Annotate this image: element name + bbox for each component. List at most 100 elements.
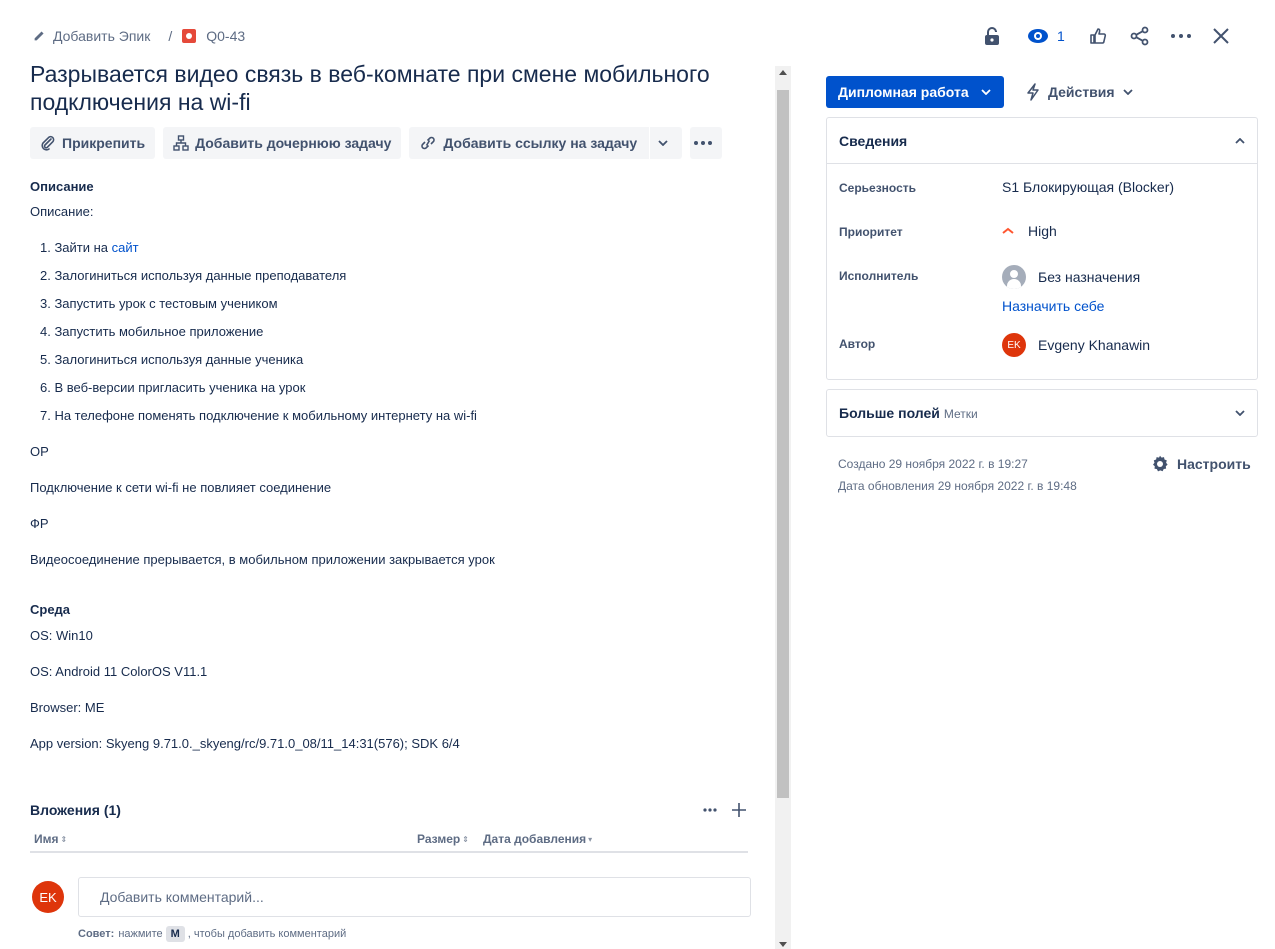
reporter-value[interactable]: EK Evgeny Khanawin xyxy=(1002,333,1150,357)
priority-label: Приоритет xyxy=(839,225,903,239)
add-attachment-icon[interactable] xyxy=(729,800,749,820)
column-header-date[interactable]: Дата добавления ▾ xyxy=(483,832,592,846)
chevron-up-icon xyxy=(1235,137,1245,144)
environment-line: Browser: ME xyxy=(30,700,105,715)
details-header[interactable]: Сведения xyxy=(827,118,1257,164)
environment-line: OS: Win10 xyxy=(30,628,93,643)
chevron-down-icon xyxy=(658,140,668,146)
attachments-heading: Вложения (1) xyxy=(30,802,121,818)
table-divider xyxy=(30,851,748,853)
tip-text: нажмите xyxy=(118,928,163,940)
step-text: 1. Зайти на xyxy=(40,240,112,255)
thumbs-up-icon[interactable] xyxy=(1087,24,1109,48)
bug-icon xyxy=(182,29,197,43)
severity-value[interactable]: S1 Блокирующая (Blocker) xyxy=(1002,179,1174,195)
watch-button[interactable]: 1 xyxy=(1027,24,1065,48)
sort-icon: ⇕ xyxy=(60,834,68,844)
chevron-down-icon xyxy=(1235,410,1245,416)
add-link-dropdown[interactable] xyxy=(650,127,683,159)
status-label: Дипломная работа xyxy=(838,84,969,100)
pencil-icon xyxy=(33,29,47,43)
lock-icon[interactable] xyxy=(981,24,1003,48)
add-link-label: Добавить ссылку на задачу xyxy=(443,135,638,151)
link-icon xyxy=(421,136,436,150)
tip-text-end: , чтобы добавить комментарий xyxy=(187,928,347,940)
scroll-down-arrow[interactable] xyxy=(779,942,787,947)
add-link-button[interactable]: Добавить ссылку на задачу xyxy=(409,127,650,159)
issue-toolbar: 1 xyxy=(981,24,1233,48)
environment-heading: Среда xyxy=(30,602,71,617)
environment-line: App version: Skyeng 9.71.0._skyeng/rc/9.… xyxy=(30,736,460,751)
share-icon[interactable] xyxy=(1129,24,1151,48)
severity-label: Серьезность xyxy=(839,181,917,195)
created-date: Создано 29 ноября 2022 г. в 19:27 xyxy=(838,457,1028,471)
scroll-up-arrow[interactable] xyxy=(779,70,787,75)
configure-button[interactable]: Настроить xyxy=(1151,455,1251,473)
list-item: 2. Залогиниться используя данные препода… xyxy=(40,268,347,283)
description-intro: Описание: xyxy=(30,204,94,219)
details-panel: Сведения Серьезность S1 Блокирующая (Blo… xyxy=(826,117,1258,380)
avatar: EK xyxy=(32,881,64,913)
attach-label: Прикрепить xyxy=(62,135,146,151)
more-icon xyxy=(694,141,713,145)
scrollbar-thumb[interactable] xyxy=(777,90,789,798)
status-dropdown[interactable]: Дипломная работа xyxy=(826,76,1004,108)
col-date-label: Дата добавления xyxy=(483,832,587,846)
shortcut-key: M xyxy=(165,926,185,942)
tip-label: Совет: xyxy=(78,928,115,940)
more-fields-label: Больше полей Метки xyxy=(839,405,978,421)
paperclip-icon xyxy=(41,135,55,151)
more-icon[interactable] xyxy=(1169,24,1193,48)
add-epic-link[interactable]: Добавить Эпик xyxy=(53,28,150,44)
col-size-label: Размер xyxy=(417,832,461,846)
comment-tip: Совет: нажмите M , чтобы добавить коммен… xyxy=(78,926,346,942)
assignee-text: Без назначения xyxy=(1038,269,1141,285)
add-child-button[interactable]: Добавить дочернюю задачу xyxy=(163,127,402,159)
issue-main: Разрывается видео связь в веб-комнате пр… xyxy=(30,60,760,751)
issue-key-link[interactable]: Q0-43 xyxy=(206,28,245,44)
avatar: EK xyxy=(1002,333,1026,357)
assignee-label: Исполнитель xyxy=(839,269,919,283)
reporter-text: Evgeny Khanawin xyxy=(1038,337,1151,353)
priority-value[interactable]: High xyxy=(1002,223,1057,239)
column-header-size[interactable]: Размер ⇕ xyxy=(417,832,469,846)
add-child-label: Добавить дочернюю задачу xyxy=(195,135,392,151)
list-item: 7. На телефоне поменять подключение к мо… xyxy=(40,408,477,423)
assign-to-me-link[interactable]: Назначить себе xyxy=(1002,298,1104,314)
more-fields-panel[interactable]: Больше полей Метки xyxy=(826,389,1258,437)
details-heading: Сведения xyxy=(839,132,908,149)
issue-action-buttons: Прикрепить Добавить дочернюю задачу Доба… xyxy=(30,127,760,159)
list-item: 6. В веб-версии пригласить ученика на ур… xyxy=(40,380,306,395)
priority-high-icon xyxy=(1002,227,1014,235)
hierarchy-icon xyxy=(173,135,189,151)
chevron-down-icon xyxy=(1122,89,1133,95)
col-name-label: Имя xyxy=(34,832,59,846)
assignee-value[interactable]: Без назначения xyxy=(1002,265,1140,289)
actions-label: Действия xyxy=(1048,84,1115,100)
actual-label: ФР xyxy=(30,516,49,531)
attachments-more-icon[interactable] xyxy=(700,800,720,820)
site-link[interactable]: сайт xyxy=(112,240,139,255)
breadcrumb: Добавить Эпик / Q0-43 xyxy=(33,27,245,45)
column-header-name[interactable]: Имя ⇕ xyxy=(34,832,67,846)
gear-icon xyxy=(1153,455,1168,472)
list-item: 4. Запустить мобильное приложение xyxy=(40,324,264,339)
comment-input[interactable]: Добавить комментарий... xyxy=(78,877,751,917)
eye-icon xyxy=(1028,29,1048,43)
description-heading: Описание xyxy=(30,179,94,194)
lightning-icon xyxy=(1026,83,1040,101)
more-fields-sub: Метки xyxy=(943,407,978,421)
expected-label: ОР xyxy=(30,444,49,459)
chevron-down-icon xyxy=(980,89,991,95)
watch-count: 1 xyxy=(1057,28,1065,44)
more-fields-title: Больше полей xyxy=(839,405,940,421)
attach-button[interactable]: Прикрепить xyxy=(30,127,156,159)
scrollbar[interactable] xyxy=(775,66,791,949)
updated-date: Дата обновления 29 ноября 2022 г. в 19:4… xyxy=(838,479,1077,493)
issue-title[interactable]: Разрывается видео связь в веб-комнате пр… xyxy=(30,60,760,116)
priority-text: High xyxy=(1028,223,1057,239)
actions-dropdown[interactable]: Действия xyxy=(1026,76,1133,108)
more-actions-button[interactable] xyxy=(690,127,723,159)
close-icon[interactable] xyxy=(1209,24,1233,48)
sort-desc-icon: ▾ xyxy=(588,834,593,844)
